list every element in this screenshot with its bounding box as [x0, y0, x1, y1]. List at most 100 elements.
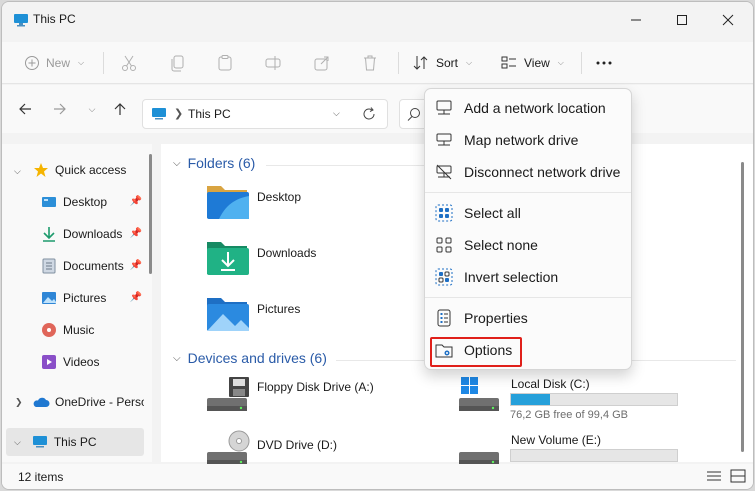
pin-icon: 📌: [129, 196, 142, 207]
arrow-up-icon: [114, 103, 126, 115]
menu-item-label: Select all: [464, 205, 521, 221]
new-button[interactable]: New ⌵: [24, 48, 84, 78]
download-icon: [40, 226, 58, 242]
folders-group-header[interactable]: ⌵ Folders (6): [173, 155, 255, 171]
share-button[interactable]: [313, 48, 331, 78]
divider: [425, 192, 631, 193]
cut-button[interactable]: [120, 48, 138, 78]
network-location-icon: [435, 99, 453, 117]
sidebar-item-label: Quick access: [55, 163, 127, 177]
divider: [425, 297, 631, 298]
select-all-icon: [435, 204, 453, 222]
chevron-right-icon[interactable]: ❯: [15, 397, 23, 408]
sidebar-item-onedrive[interactable]: OneDrive - Perso: [32, 388, 144, 416]
sidebar-item-pictures[interactable]: Pictures 📌: [40, 284, 144, 312]
view-icon: [501, 56, 516, 69]
sort-label: Sort: [436, 56, 459, 70]
sidebar-item-quick-access[interactable]: Quick access: [32, 156, 174, 184]
sidebar-scrollbar[interactable]: [149, 154, 152, 274]
sidebar-item-label: Pictures: [63, 291, 107, 305]
folder-downloads[interactable]: Downloads: [205, 238, 405, 280]
menu-item-select-all[interactable]: Select all: [429, 198, 627, 228]
windows-drive-icon: [457, 376, 503, 417]
drive-label: Local Disk (C:): [511, 377, 590, 391]
options-highlight-box: [430, 337, 522, 367]
sidebar-item-music[interactable]: Music: [40, 316, 144, 344]
minimize-button[interactable]: [613, 2, 659, 38]
menu-item-properties[interactable]: Properties: [429, 303, 627, 333]
sidebar-item-label: Downloads: [63, 227, 123, 241]
title-bar: This PC: [2, 2, 753, 38]
status-bar: 12 items: [2, 464, 753, 489]
divider: [581, 52, 582, 74]
view-button[interactable]: View ⌵: [500, 48, 564, 78]
chevron-down-icon: ⌵: [466, 58, 473, 67]
share-icon: [314, 56, 329, 71]
group-title: Devices and drives (6): [187, 350, 327, 366]
menu-item-select-none[interactable]: Select none: [429, 230, 627, 260]
menu-item-invert-selection[interactable]: Invert selection: [429, 262, 627, 292]
divider: [398, 52, 399, 74]
arrow-left-icon: [19, 103, 31, 115]
forward-button[interactable]: [50, 99, 70, 119]
sidebar-item-documents[interactable]: Documents 📌: [40, 252, 144, 280]
chevron-down-icon: ⌵: [14, 436, 21, 447]
sidebar-item-label: Music: [63, 323, 95, 337]
sidebar-item-label: OneDrive - Perso: [55, 395, 144, 409]
close-button[interactable]: [705, 2, 751, 38]
group-title: Folders (6): [187, 155, 256, 171]
sidebar-item-desktop[interactable]: Desktop 📌: [40, 188, 144, 216]
folder-desktop[interactable]: Desktop: [205, 182, 405, 224]
menu-item-label: Disconnect network drive: [464, 164, 621, 180]
scissors-icon: [122, 55, 136, 71]
chevron-down-icon[interactable]: ⌵: [14, 166, 21, 177]
drive-floppy-a[interactable]: Floppy Disk Drive (A:): [205, 376, 425, 416]
recent-locations-button[interactable]: ⌵: [82, 99, 102, 119]
disconnect-drive-icon: [435, 163, 453, 181]
divider: [103, 52, 104, 74]
new-label: New: [46, 56, 71, 70]
delete-button[interactable]: [361, 48, 379, 78]
window-title: This PC: [33, 12, 76, 26]
sidebar-item-label: Videos: [63, 355, 100, 369]
sidebar-item-this-pc[interactable]: ⌵ This PC: [6, 428, 144, 456]
drives-group-header[interactable]: ⌵ Devices and drives (6): [173, 350, 327, 366]
menu-item-label: Map network drive: [464, 132, 579, 148]
sort-button[interactable]: Sort ⌵: [412, 48, 472, 78]
sidebar-item-label: Desktop: [63, 195, 108, 209]
maximize-button[interactable]: [659, 2, 705, 38]
sidebar-item-videos[interactable]: Videos: [40, 348, 144, 376]
search-icon: [406, 106, 422, 125]
drive-label: New Volume (E:): [511, 433, 602, 447]
tiles-view-icon[interactable]: [730, 469, 748, 485]
chevron-down-icon[interactable]: ⌵: [333, 108, 340, 119]
breadcrumb[interactable]: This PC: [188, 107, 231, 121]
drive-label: DVD Drive (D:): [257, 438, 337, 452]
address-bar[interactable]: ❯ This PC ⌵: [142, 99, 388, 129]
downloads-folder-icon: [205, 238, 249, 279]
pictures-folder-icon: [205, 294, 249, 335]
paste-button[interactable]: [216, 48, 234, 78]
command-bar: New ⌵ Sort ⌵ View ⌵: [2, 42, 753, 84]
invert-selection-icon: [435, 268, 453, 286]
copy-button[interactable]: [169, 48, 187, 78]
sidebar-item-downloads[interactable]: Downloads 📌: [40, 220, 144, 248]
rename-button[interactable]: [264, 48, 282, 78]
folder-label: Pictures: [257, 302, 301, 316]
menu-item-map-network-drive[interactable]: Map network drive: [429, 125, 627, 155]
details-view-icon[interactable]: [706, 469, 724, 485]
content-scrollbar[interactable]: [741, 162, 744, 452]
monitor-icon: [31, 434, 49, 450]
drive-usage-bar: [510, 393, 678, 406]
sidebar-item-label: Documents: [63, 259, 124, 273]
drive-local-disk-c[interactable]: Local Disk (C:) 76,2 GB free of 99,4 GB: [457, 376, 687, 424]
drive-usage-bar: [510, 449, 678, 462]
more-options-button[interactable]: [595, 48, 613, 78]
refresh-icon[interactable]: [361, 106, 377, 125]
menu-item-add-network-location[interactable]: Add a network location: [429, 93, 627, 123]
back-button[interactable]: [15, 99, 35, 119]
folder-pictures[interactable]: Pictures: [205, 294, 405, 336]
chevron-right-icon: ❯: [174, 108, 184, 120]
menu-item-disconnect-network-drive[interactable]: Disconnect network drive: [429, 157, 627, 187]
up-button[interactable]: [110, 99, 130, 119]
